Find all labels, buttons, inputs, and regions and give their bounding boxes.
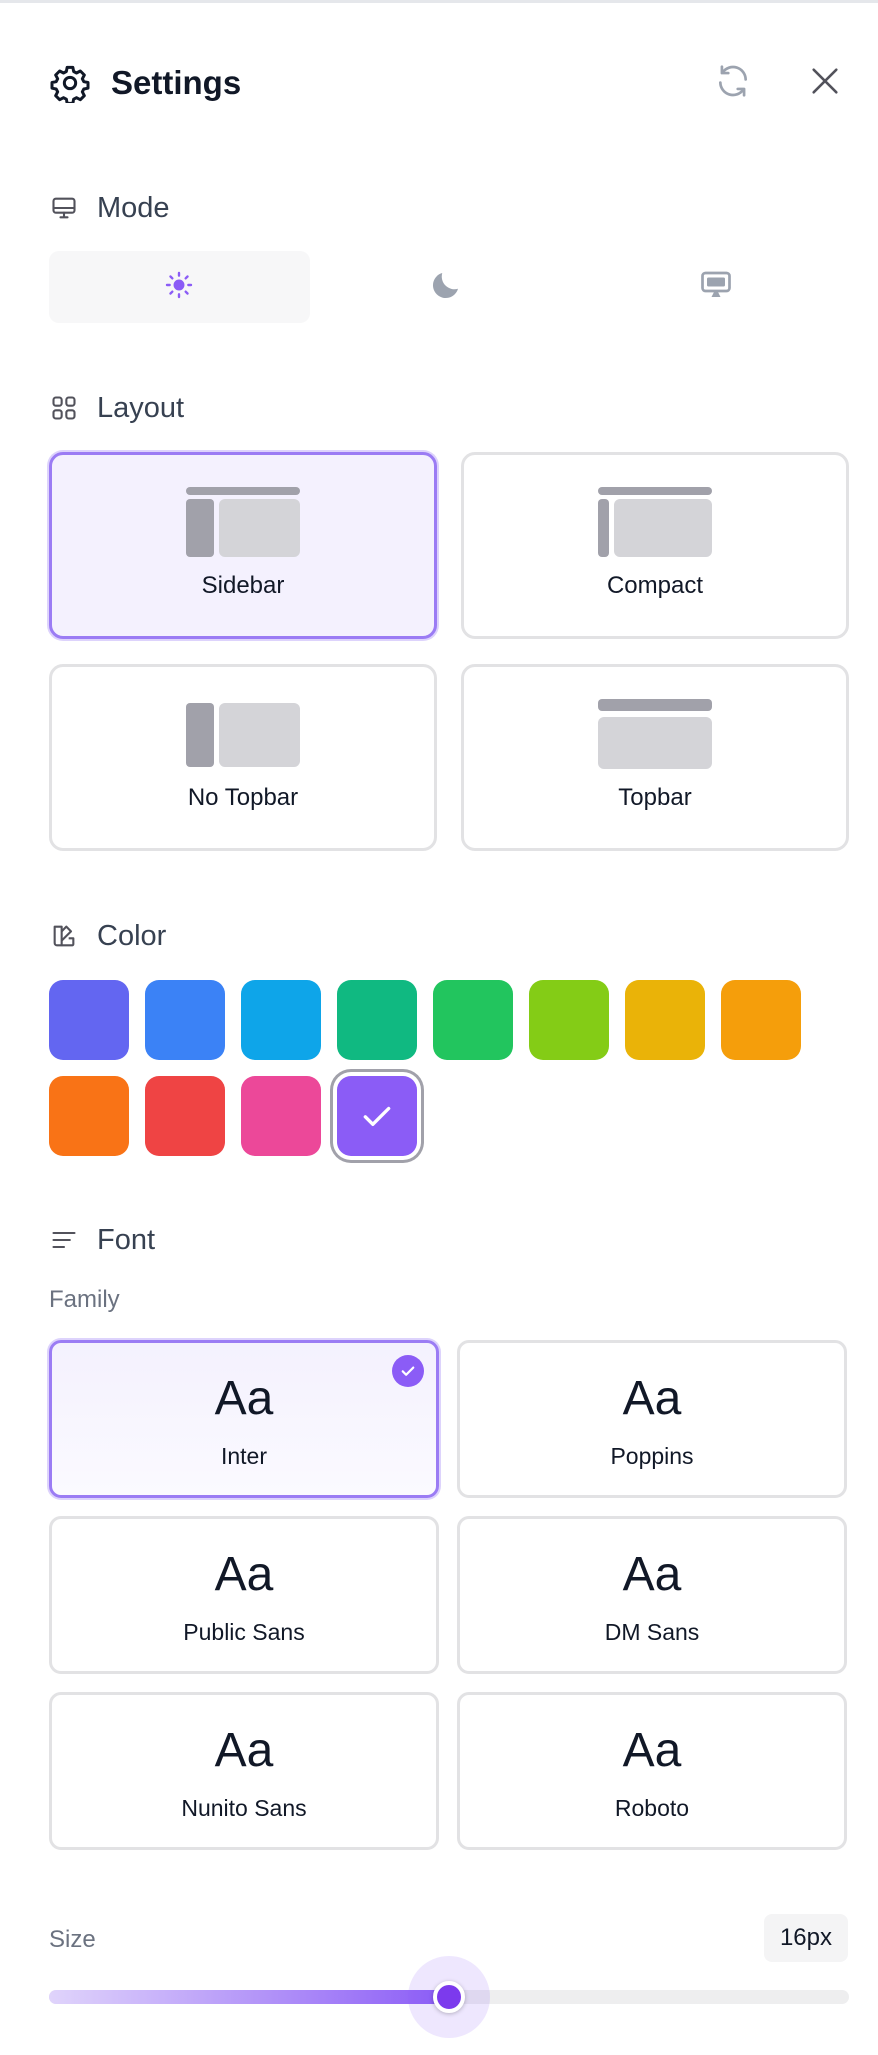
font-sample: Aa (214, 1548, 274, 1601)
monitor-icon (698, 267, 734, 308)
reset-button[interactable] (709, 59, 757, 107)
color-swatch[interactable] (337, 1076, 417, 1156)
font-name: Public Sans (183, 1619, 305, 1645)
layout-topbar-card[interactable]: Topbar (461, 664, 849, 851)
layout-compact-preview (598, 487, 712, 559)
layout-sidebar-card[interactable]: Sidebar (49, 452, 437, 639)
layout-compact-card[interactable]: Compact (461, 452, 849, 639)
color-swatch[interactable] (721, 980, 801, 1060)
moon-icon (428, 267, 464, 308)
color-swatch[interactable] (241, 980, 321, 1060)
font-name: Inter (220, 1443, 268, 1469)
color-swatch[interactable] (49, 980, 129, 1060)
font-card-dm-sans[interactable]: Aa DM Sans (457, 1516, 847, 1674)
color-swatch[interactable] (49, 1076, 129, 1156)
color-swatch[interactable] (433, 980, 513, 1060)
font-heading-label: Font (97, 1223, 156, 1256)
mode-switch (49, 251, 849, 323)
layout-topbar-preview (598, 699, 712, 771)
grid-icon (49, 393, 79, 423)
color-swatch[interactable] (145, 980, 225, 1060)
close-button[interactable] (801, 59, 849, 107)
font-name: DM Sans (604, 1619, 700, 1645)
palette-icon (49, 921, 79, 951)
font-sample: Aa (622, 1372, 682, 1425)
font-sample: Aa (622, 1724, 682, 1777)
slider-thumb[interactable] (433, 1981, 465, 2013)
font-sample: Aa (214, 1724, 274, 1777)
font-card-roboto[interactable]: Aa Roboto (457, 1692, 847, 1850)
page-title: Settings (111, 64, 242, 101)
color-swatch[interactable] (241, 1076, 321, 1156)
color-swatch[interactable] (625, 980, 705, 1060)
settings-header: Settings (49, 58, 849, 108)
gear-icon (49, 62, 91, 104)
close-icon (808, 64, 842, 103)
font-name: Roboto (614, 1795, 690, 1821)
font-card-poppins[interactable]: Aa Poppins (457, 1340, 847, 1498)
font-size-label: Size (49, 1926, 96, 1953)
top-divider (0, 0, 878, 3)
layout-no-topbar-card[interactable]: No Topbar (49, 664, 437, 851)
color-heading-label: Color (97, 919, 167, 952)
sun-icon (163, 269, 195, 306)
layout-sidebar-preview (186, 487, 300, 559)
font-family-label: Family (49, 1286, 120, 1313)
monitor-icon (49, 193, 79, 223)
font-name: Poppins (610, 1443, 694, 1469)
layout-no-topbar-preview (186, 699, 300, 771)
check-icon (337, 1076, 417, 1156)
font-card-public-sans[interactable]: Aa Public Sans (49, 1516, 439, 1674)
color-swatches (49, 980, 849, 1160)
refresh-icon (714, 62, 752, 105)
mode-heading-label: Mode (97, 191, 170, 224)
slider-fill (49, 1990, 449, 2004)
font-sample: Aa (214, 1372, 274, 1425)
layout-label: No Topbar (187, 784, 299, 811)
font-card-nunito-sans[interactable]: Aa Nunito Sans (49, 1692, 439, 1850)
color-heading: Color (49, 918, 166, 954)
mode-dark-option[interactable] (316, 251, 577, 323)
font-size-value: 16px (763, 1914, 848, 1962)
font-card-inter[interactable]: Aa Inter (49, 1340, 439, 1498)
layout-heading: Layout (49, 390, 184, 426)
color-swatch[interactable] (145, 1076, 225, 1156)
color-swatch[interactable] (337, 980, 417, 1060)
mode-heading: Mode (49, 190, 170, 226)
text-lines-icon (49, 1225, 79, 1255)
color-swatch[interactable] (529, 980, 609, 1060)
layout-label: Sidebar (201, 572, 285, 599)
mode-light-option[interactable] (49, 251, 310, 323)
layout-label: Compact (606, 572, 704, 599)
layout-heading-label: Layout (97, 391, 185, 424)
font-sample: Aa (622, 1548, 682, 1601)
font-name: Nunito Sans (181, 1795, 307, 1821)
font-size-slider[interactable] (49, 1956, 849, 2038)
font-heading: Font (49, 1222, 155, 1258)
layout-label: Topbar (618, 784, 692, 811)
mode-system-option[interactable] (582, 251, 849, 323)
